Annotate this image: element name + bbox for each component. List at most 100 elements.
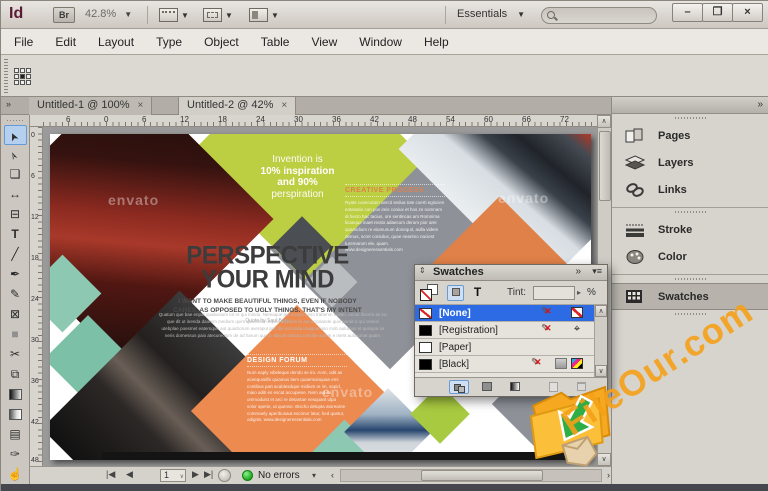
tint-field[interactable] (533, 286, 575, 300)
selection-tool[interactable]: ➤ (3, 125, 27, 145)
bridge-button[interactable]: Br (53, 7, 75, 23)
collapse-dock-icon[interactable]: » (757, 99, 763, 110)
free-transform-tool[interactable]: ⧉ (4, 365, 27, 385)
search-input[interactable] (541, 7, 657, 24)
pen-tool[interactable]: ✒ (4, 265, 27, 285)
tint-dropdown-icon[interactable]: ▸ (577, 288, 581, 297)
swatch-list: [None] ✎ ✕ [Registration] ✎ ✕ ⌖ [Paper] [B… (415, 305, 607, 377)
menu-layout[interactable]: Layout (87, 35, 145, 49)
rectangle-tool[interactable]: ■ (4, 325, 27, 345)
chevron-down-icon[interactable]: ▾ (312, 471, 316, 480)
ruler-number: 12 (31, 214, 39, 221)
dock-item-links[interactable]: Links (612, 176, 768, 203)
swatch-row-paper[interactable]: [Paper] (415, 339, 607, 356)
swatch-list-scrollbar[interactable]: ∧ ∨ (594, 305, 607, 377)
ruler-number: 0 (104, 115, 109, 124)
vertical-scroll-thumb[interactable] (599, 131, 611, 201)
close-tab-icon[interactable]: × (138, 100, 144, 111)
swatch-row-registration[interactable]: [Registration] ✎ ✕ ⌖ (415, 322, 607, 339)
formatting-affects-container-button[interactable] (447, 285, 464, 301)
menu-edit[interactable]: Edit (44, 35, 87, 49)
direct-selection-tool[interactable]: ➢ (4, 145, 27, 165)
panel-cycle-icon[interactable]: ⇕ (419, 266, 426, 275)
ruler-number: 0 (31, 132, 35, 139)
menu-object[interactable]: Object (193, 35, 250, 49)
fill-proxy-swatch[interactable] (420, 289, 432, 301)
chevron-down-icon: ▼ (124, 10, 133, 19)
vertical-ruler[interactable]: 0 6 12 18 24 30 36 42 48 (30, 127, 43, 466)
swatches-panel-titlebar[interactable]: ⇕ Swatches » ▾≡ (415, 265, 607, 281)
content-collector-tool[interactable]: ⊟ (4, 205, 27, 225)
panel-grip[interactable] (7, 117, 23, 123)
scroll-left-icon[interactable]: ‹ (326, 468, 339, 483)
zoom-level-dropdown[interactable]: 42.8% ▼ (85, 8, 132, 20)
arrange-documents-button[interactable]: ▼ (249, 6, 283, 24)
scroll-up-icon[interactable]: ∧ (595, 305, 607, 317)
panel-group-grip[interactable] (612, 208, 768, 216)
previous-page-button[interactable]: ◀ (126, 469, 133, 480)
ruler-number: 42 (370, 115, 379, 124)
links-icon (625, 182, 645, 198)
gradient-feather-tool[interactable] (4, 405, 27, 425)
menu-help[interactable]: Help (413, 35, 460, 49)
formatting-affects-text-button[interactable]: T (469, 285, 486, 301)
note-tool[interactable]: ▤ (4, 425, 27, 445)
stroke-icon (625, 222, 645, 238)
dock-item-layers[interactable]: Layers (612, 149, 768, 176)
page-tool[interactable]: ❏ (4, 165, 27, 185)
type-tool[interactable]: T (4, 225, 27, 245)
direct-selection-tool-icon: ➢ (7, 148, 22, 163)
first-page-button[interactable]: |◀ (106, 469, 115, 480)
invention-quote: Invention is 10% inspiration and 90% per… (260, 154, 335, 200)
page-number-combo[interactable]: 1 ∨ (160, 469, 186, 482)
frame-tool[interactable]: ⊠ (4, 305, 27, 325)
show-color-swatches-button[interactable] (477, 380, 497, 394)
swatch-row-none[interactable]: [None] ✎ ✕ (415, 305, 607, 322)
panel-grip[interactable] (4, 59, 8, 93)
next-page-button[interactable]: ▶ (192, 469, 199, 480)
menu-type[interactable]: Type (145, 35, 193, 49)
tab-untitled-1[interactable]: Untitled-1 @ 100% × (29, 97, 153, 115)
close-button[interactable]: × (732, 3, 763, 22)
scissors-tool[interactable]: ✂ (4, 345, 27, 365)
hand-tool[interactable]: ☝ (4, 465, 27, 485)
reference-point-proxy[interactable] (14, 68, 31, 85)
dock-item-pages[interactable]: Pages (612, 122, 768, 149)
collapse-panel-icon[interactable]: » (575, 266, 581, 277)
last-page-button[interactable]: ▶| (204, 469, 213, 480)
horizontal-ruler[interactable]: 6 0 6 12 18 24 30 36 42 48 54 60 66 72 (30, 115, 597, 127)
screen-mode-button[interactable]: ▼ (203, 6, 237, 24)
free-transform-tool-icon: ⧉ (10, 367, 20, 381)
control-panel: X: ▲▼ 22p3 Y: ▲▼ 0p4.5 W: ▲▼ H: ▲▼ 8 ⊞ ▲… (1, 55, 768, 148)
line-tool[interactable]: ╱ (4, 245, 27, 265)
hand-tool-icon: ☝ (7, 467, 23, 481)
pencil-tool[interactable]: ✎ (4, 285, 27, 305)
toolbar-expand-icon[interactable]: » (6, 99, 11, 109)
close-tab-icon[interactable]: × (281, 100, 287, 111)
layers-icon (624, 154, 646, 171)
view-options-button[interactable]: ▼ (159, 6, 193, 24)
divider (147, 6, 148, 24)
workspace-switcher[interactable]: Essentials ▼ (457, 8, 525, 20)
maximize-button[interactable]: ❐ (702, 3, 733, 22)
menu-window[interactable]: Window (348, 35, 413, 49)
dock-item-stroke[interactable]: Stroke (612, 216, 768, 243)
panel-group-grip[interactable] (612, 275, 768, 283)
gradient-tool[interactable] (4, 385, 27, 405)
show-all-swatches-button[interactable] (449, 380, 469, 394)
eyedropper-tool[interactable]: ✑ (4, 445, 27, 465)
menu-view[interactable]: View (300, 35, 348, 49)
panel-menu-icon[interactable]: ▾≡ (592, 266, 602, 277)
scroll-up-icon[interactable]: ∧ (597, 115, 611, 128)
preflight-status[interactable]: No errors (258, 470, 300, 481)
preflight-icon[interactable] (218, 469, 231, 482)
dock-header[interactable]: » (612, 97, 768, 114)
tab-untitled-2[interactable]: Untitled-2 @ 42% × (178, 97, 297, 115)
menu-file[interactable]: File (3, 35, 44, 49)
minimize-button[interactable]: – (672, 3, 703, 22)
gap-tool[interactable]: ↔ (4, 185, 27, 205)
design-forum-block: DESIGN FORUM Num eaply vibeleque dendo s… (247, 354, 347, 424)
dock-item-color[interactable]: Color (612, 243, 768, 270)
panel-group-grip[interactable] (612, 114, 768, 122)
menu-table[interactable]: Table (250, 35, 301, 49)
